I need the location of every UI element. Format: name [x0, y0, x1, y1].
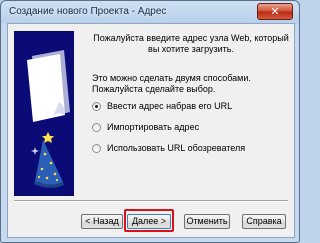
title-bar[interactable]: Создание нового Проекта - Адрес ✕	[1, 1, 299, 23]
wizard-illustration	[14, 31, 74, 196]
radio-selected-icon[interactable]	[92, 101, 101, 111]
intro-text: Пожалуйста введите адрес узла Web, котор…	[93, 33, 289, 54]
next-button-highlight	[124, 209, 174, 232]
option-label: Использовать URL обозревателя	[107, 143, 246, 153]
button-separator	[14, 200, 288, 202]
radio-icon[interactable]	[92, 143, 101, 153]
wizard-window: Создание нового Проекта - Адрес ✕ Пожалу…	[0, 0, 300, 243]
method-instruction: Это можно сделать двумя способами. Пожал…	[92, 73, 251, 94]
option-label: Импортировать адрес	[107, 122, 200, 132]
window-title: Создание нового Проекта - Адрес	[9, 6, 167, 17]
wizard-body: Пожалуйста введите адрес узла Web, котор…	[7, 23, 295, 238]
option-enter-url[interactable]: Ввести адрес набрав его URL	[92, 100, 232, 112]
cancel-button[interactable]: Отменить	[184, 214, 230, 229]
help-button[interactable]: Справка	[242, 214, 286, 229]
option-label: Ввести адрес набрав его URL	[107, 101, 233, 111]
option-import-address[interactable]: Импортировать адрес	[92, 121, 199, 133]
close-icon[interactable]: ✕	[257, 3, 293, 20]
back-button[interactable]: < Назад	[81, 214, 123, 229]
option-use-browser-url[interactable]: Использовать URL обозревателя	[92, 142, 245, 154]
radio-icon[interactable]	[92, 122, 101, 132]
